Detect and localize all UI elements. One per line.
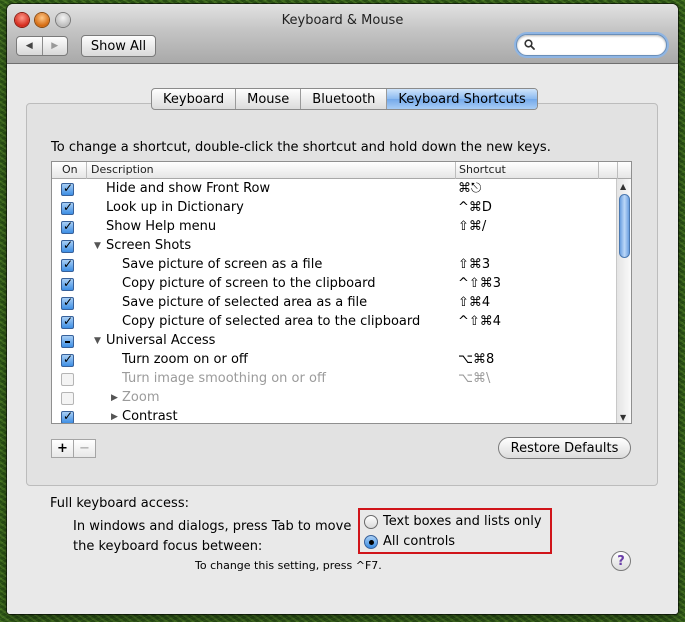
enabled-checkbox[interactable] bbox=[61, 257, 74, 272]
table-row[interactable]: Turn zoom on or off ⌥⌘8 bbox=[52, 351, 617, 370]
radio-label: All controls bbox=[383, 534, 456, 549]
shortcut-keys[interactable]: ^⌘D bbox=[458, 200, 492, 215]
shortcut-description: Save picture of selected area as a file bbox=[122, 295, 368, 310]
shortcut-keys[interactable]: ⇧⌘4 bbox=[458, 295, 490, 310]
radio-all-controls[interactable]: All controls bbox=[364, 534, 455, 549]
table-row[interactable]: Turn image smoothing on or off ⌥⌘\ bbox=[52, 370, 617, 389]
preferences-window: Keyboard & Mouse ◀ ▶ Show All Keyboard M… bbox=[7, 4, 678, 614]
disclosure-closed-icon[interactable]: ▶ bbox=[111, 393, 118, 403]
shortcut-description: Copy picture of selected area to the cli… bbox=[122, 314, 421, 329]
help-button[interactable]: ? bbox=[611, 551, 631, 571]
column-header-description[interactable]: Description bbox=[91, 163, 154, 176]
enabled-checkbox[interactable] bbox=[61, 219, 74, 234]
disclosure-open-icon[interactable]: ▼ bbox=[94, 336, 101, 346]
title-bar: Keyboard & Mouse ◀ ▶ Show All bbox=[7, 4, 678, 64]
table-header: On Description Shortcut bbox=[52, 162, 631, 179]
shortcut-description: Turn zoom on or off bbox=[122, 352, 248, 367]
shortcut-description: Zoom bbox=[122, 390, 160, 405]
shortcuts-table: On Description Shortcut Hide and show Fr… bbox=[51, 161, 632, 424]
shortcut-description: Contrast bbox=[122, 409, 178, 424]
shortcut-description: Turn image smoothing on or off bbox=[122, 371, 326, 386]
shortcut-keys[interactable]: ^⇧⌘4 bbox=[458, 314, 501, 329]
tab-bluetooth[interactable]: Bluetooth bbox=[300, 89, 386, 109]
scrollbar-thumb[interactable] bbox=[619, 194, 630, 258]
enabled-checkbox[interactable] bbox=[61, 276, 74, 291]
table-row[interactable]: ▼ Universal Access bbox=[52, 332, 617, 351]
enabled-checkbox[interactable] bbox=[61, 335, 74, 348]
column-divider bbox=[86, 162, 87, 179]
enabled-checkbox[interactable] bbox=[61, 200, 74, 215]
restore-defaults-button[interactable]: Restore Defaults bbox=[498, 437, 631, 459]
shortcut-description: Hide and show Front Row bbox=[106, 181, 271, 196]
shortcut-description: Universal Access bbox=[106, 333, 216, 348]
table-row[interactable]: ▼ Screen Shots bbox=[52, 237, 617, 256]
enabled-checkbox[interactable] bbox=[61, 409, 74, 423]
table-row[interactable]: Copy picture of selected area to the cli… bbox=[52, 313, 617, 332]
tab-keyboard-shortcuts[interactable]: Keyboard Shortcuts bbox=[386, 89, 537, 109]
instruction-text: To change a shortcut, double-click the s… bbox=[51, 140, 551, 155]
shortcut-description: Copy picture of screen to the clipboard bbox=[122, 276, 376, 291]
search-field[interactable] bbox=[516, 34, 667, 56]
table-row[interactable]: ▶ Zoom bbox=[52, 389, 617, 408]
full-keyboard-access-label: Full keyboard access: bbox=[50, 496, 189, 511]
shortcut-keys[interactable]: ⌥⌘8 bbox=[458, 352, 494, 367]
add-shortcut-button[interactable]: + bbox=[52, 440, 73, 457]
forward-button[interactable]: ▶ bbox=[41, 37, 68, 55]
shortcut-keys[interactable]: ^⇧⌘3 bbox=[458, 276, 501, 291]
preferences-content: Keyboard Mouse Bluetooth Keyboard Shortc… bbox=[7, 65, 678, 614]
radio-button[interactable] bbox=[364, 534, 378, 549]
shortcut-description: Show Help menu bbox=[106, 219, 217, 234]
tab-bar: Keyboard Mouse Bluetooth Keyboard Shortc… bbox=[151, 88, 538, 110]
add-remove-control: + − bbox=[51, 439, 96, 458]
vertical-scrollbar[interactable]: ▲ ▼ bbox=[616, 179, 631, 423]
tab-mouse[interactable]: Mouse bbox=[235, 89, 300, 109]
radio-text-boxes-only[interactable]: Text boxes and lists only bbox=[364, 514, 542, 529]
table-row[interactable]: Copy picture of screen to the clipboard ^… bbox=[52, 275, 617, 294]
column-divider bbox=[617, 162, 618, 179]
scroll-down-icon[interactable]: ▼ bbox=[620, 413, 626, 422]
column-divider bbox=[598, 162, 599, 179]
enabled-checkbox[interactable] bbox=[61, 181, 74, 196]
table-rows: Hide and show Front Row ⌘⎋ Look up in Dict… bbox=[52, 180, 617, 424]
shortcut-description: Save picture of screen as a file bbox=[122, 257, 323, 272]
column-header-on[interactable]: On bbox=[62, 163, 78, 176]
enabled-checkbox[interactable] bbox=[61, 314, 74, 329]
table-row[interactable]: Save picture of selected area as a file ⇧… bbox=[52, 294, 617, 313]
tab-keyboard[interactable]: Keyboard bbox=[152, 89, 235, 109]
shortcut-keys[interactable]: ⌥⌘\ bbox=[458, 371, 490, 386]
enabled-checkbox[interactable] bbox=[61, 352, 74, 367]
shortcut-keys[interactable]: ⌘⎋ bbox=[458, 181, 481, 196]
search-icon bbox=[524, 39, 535, 50]
shortcut-description: Look up in Dictionary bbox=[106, 200, 244, 215]
back-button[interactable]: ◀ bbox=[17, 37, 42, 55]
shortcut-keys[interactable]: ⇧⌘3 bbox=[458, 257, 490, 272]
column-header-shortcut[interactable]: Shortcut bbox=[459, 163, 506, 176]
remove-shortcut-button[interactable]: − bbox=[73, 440, 95, 457]
back-forward-control: ◀ ▶ bbox=[16, 36, 68, 56]
table-row[interactable]: Look up in Dictionary ^⌘D bbox=[52, 199, 617, 218]
table-row[interactable]: ▶ Contrast bbox=[52, 408, 617, 424]
description-line: In windows and dialogs, press Tab to mov… bbox=[73, 519, 352, 534]
disclosure-closed-icon[interactable]: ▶ bbox=[111, 412, 118, 422]
full-keyboard-access-description: In windows and dialogs, press Tab to mov… bbox=[73, 517, 351, 557]
radio-label: Text boxes and lists only bbox=[383, 514, 542, 529]
table-row[interactable]: Show Help menu ⇧⌘/ bbox=[52, 218, 617, 237]
radio-button[interactable] bbox=[364, 514, 378, 529]
disclosure-open-icon[interactable]: ▼ bbox=[94, 241, 101, 251]
window-title: Keyboard & Mouse bbox=[281, 13, 404, 28]
table-row[interactable]: Hide and show Front Row ⌘⎋ bbox=[52, 180, 617, 199]
keyboard-access-hint: To change this setting, press ^F7. bbox=[195, 559, 382, 572]
shortcut-keys[interactable]: ⇧⌘/ bbox=[458, 219, 486, 234]
enabled-checkbox[interactable] bbox=[61, 238, 74, 253]
enabled-checkbox[interactable] bbox=[61, 295, 74, 310]
scroll-up-icon[interactable]: ▲ bbox=[620, 182, 626, 191]
column-divider bbox=[455, 162, 456, 179]
enabled-checkbox[interactable] bbox=[61, 392, 74, 405]
description-line: the keyboard focus between: bbox=[73, 539, 263, 554]
show-all-button[interactable]: Show All bbox=[81, 35, 156, 57]
table-row[interactable]: Save picture of screen as a file ⇧⌘3 bbox=[52, 256, 617, 275]
shortcut-description: Screen Shots bbox=[106, 238, 192, 253]
enabled-checkbox[interactable] bbox=[61, 373, 74, 386]
